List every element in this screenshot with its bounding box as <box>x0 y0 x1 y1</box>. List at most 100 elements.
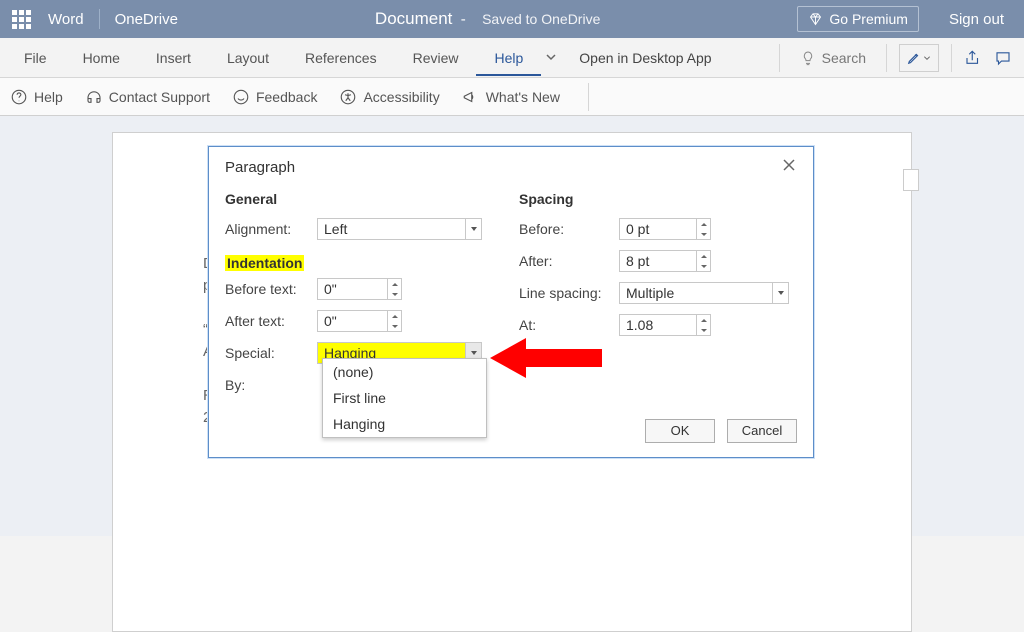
cancel-button[interactable]: Cancel <box>727 419 797 443</box>
separator <box>99 9 100 29</box>
tab-home[interactable]: Home <box>65 40 138 76</box>
accessibility-button[interactable]: Accessibility <box>339 88 439 106</box>
indent-before-label: Before text: <box>225 281 317 297</box>
by-label: By: <box>225 377 317 393</box>
left-column: General Alignment: Left Indentation Befo… <box>225 187 505 405</box>
save-status: Saved to OneDrive <box>482 11 600 27</box>
separator <box>779 44 780 72</box>
tab-help[interactable]: Help <box>476 40 541 76</box>
space-after-value: 8 pt <box>626 253 649 269</box>
waffle-icon[interactable] <box>8 6 38 33</box>
at-label: At: <box>519 317 619 333</box>
tell-me-search[interactable]: Search <box>786 50 880 66</box>
spinner-buttons[interactable] <box>696 315 710 335</box>
alignment-label: Alignment: <box>225 221 317 237</box>
headset-icon <box>85 88 103 106</box>
whats-new-button[interactable]: What's New <box>462 88 560 106</box>
feedback-button[interactable]: Feedback <box>232 88 317 106</box>
help-subribbon: Help Contact Support Feedback Accessibil… <box>0 78 1024 116</box>
whats-new-label: What's New <box>486 89 560 105</box>
go-premium-label: Go Premium <box>829 11 908 27</box>
share-button[interactable] <box>958 38 988 78</box>
separator <box>951 44 952 72</box>
option-none[interactable]: (none) <box>323 359 486 385</box>
close-icon <box>781 157 797 173</box>
spacing-heading: Spacing <box>519 191 797 207</box>
editing-mode-button[interactable] <box>899 44 939 72</box>
indent-after-value: 0" <box>324 313 337 329</box>
dialog-buttons: OK Cancel <box>645 419 797 443</box>
open-in-desktop-link[interactable]: Open in Desktop App <box>561 50 729 66</box>
line-spacing-select[interactable]: Multiple <box>619 282 789 304</box>
indent-after-row: After text: 0" <box>225 309 505 333</box>
line-spacing-label: Line spacing: <box>519 285 619 301</box>
close-button[interactable] <box>781 157 797 177</box>
dash: - <box>457 11 475 28</box>
lightbulb-icon <box>800 50 816 66</box>
tab-review[interactable]: Review <box>395 40 477 76</box>
pencil-icon <box>907 51 921 65</box>
comments-button[interactable] <box>988 38 1018 78</box>
indent-before-row: Before text: 0" <box>225 277 505 301</box>
feedback-label: Feedback <box>256 89 317 105</box>
spinner-buttons[interactable] <box>387 311 401 331</box>
alignment-select[interactable]: Left <box>317 218 482 240</box>
at-value: 1.08 <box>626 317 653 333</box>
separator <box>886 44 887 72</box>
at-row: At: 1.08 <box>519 313 797 337</box>
document-name[interactable]: Document <box>375 9 452 28</box>
help-label: Help <box>34 89 63 105</box>
space-before-value: 0 pt <box>626 221 649 237</box>
tab-layout[interactable]: Layout <box>209 40 287 76</box>
tab-references[interactable]: References <box>287 40 395 76</box>
indent-after-label: After text: <box>225 313 317 329</box>
ok-button[interactable]: OK <box>645 419 715 443</box>
indent-before-value: 0" <box>324 281 337 297</box>
go-premium-button[interactable]: Go Premium <box>797 6 919 32</box>
help-button[interactable]: Help <box>10 88 63 106</box>
indentation-heading: Indentation <box>225 255 505 271</box>
at-spinner[interactable]: 1.08 <box>619 314 711 336</box>
option-first-line[interactable]: First line <box>323 385 486 411</box>
spinner-buttons[interactable] <box>387 279 401 299</box>
spinner-buttons[interactable] <box>696 251 710 271</box>
alignment-value: Left <box>324 221 347 237</box>
general-heading: General <box>225 191 505 207</box>
chevron-down-icon <box>465 219 481 239</box>
tab-insert[interactable]: Insert <box>138 40 209 76</box>
indent-after-spinner[interactable]: 0" <box>317 310 402 332</box>
document-title-area: Document - Saved to OneDrive <box>178 9 797 29</box>
line-spacing-row: Line spacing: Multiple <box>519 281 797 305</box>
paragraph-dialog: Paragraph General Alignment: Left Indent… <box>208 146 814 458</box>
dialog-body: General Alignment: Left Indentation Befo… <box>209 187 813 415</box>
space-before-label: Before: <box>519 221 619 237</box>
chevron-down-icon <box>923 54 931 62</box>
title-bar: Word OneDrive Document - Saved to OneDri… <box>0 0 1024 38</box>
question-icon <box>10 88 28 106</box>
search-placeholder: Search <box>822 50 866 66</box>
more-tabs-chevron[interactable] <box>541 50 561 66</box>
space-after-spinner[interactable]: 8 pt <box>619 250 711 272</box>
chevron-down-icon <box>772 283 788 303</box>
megaphone-icon <box>462 88 480 106</box>
share-icon <box>964 49 982 67</box>
right-column: Spacing Before: 0 pt After: 8 pt Line sp… <box>519 187 797 405</box>
spinner-buttons[interactable] <box>696 219 710 239</box>
separator <box>588 83 589 111</box>
contact-support-button[interactable]: Contact Support <box>85 88 210 106</box>
accessibility-label: Accessibility <box>363 89 439 105</box>
indent-before-spinner[interactable]: 0" <box>317 278 402 300</box>
ruler-handle[interactable] <box>903 169 919 191</box>
space-before-spinner[interactable]: 0 pt <box>619 218 711 240</box>
space-before-row: Before: 0 pt <box>519 217 797 241</box>
storage-location[interactable]: OneDrive <box>115 11 178 28</box>
option-hanging[interactable]: Hanging <box>323 411 486 437</box>
app-name[interactable]: Word <box>48 11 84 28</box>
sign-out-link[interactable]: Sign out <box>949 11 1004 28</box>
smiley-icon <box>232 88 250 106</box>
dialog-title: Paragraph <box>225 159 295 176</box>
tab-file[interactable]: File <box>6 40 65 76</box>
special-label: Special: <box>225 345 317 361</box>
comment-icon <box>994 49 1012 67</box>
ribbon-right-cluster: Search <box>773 38 1018 77</box>
